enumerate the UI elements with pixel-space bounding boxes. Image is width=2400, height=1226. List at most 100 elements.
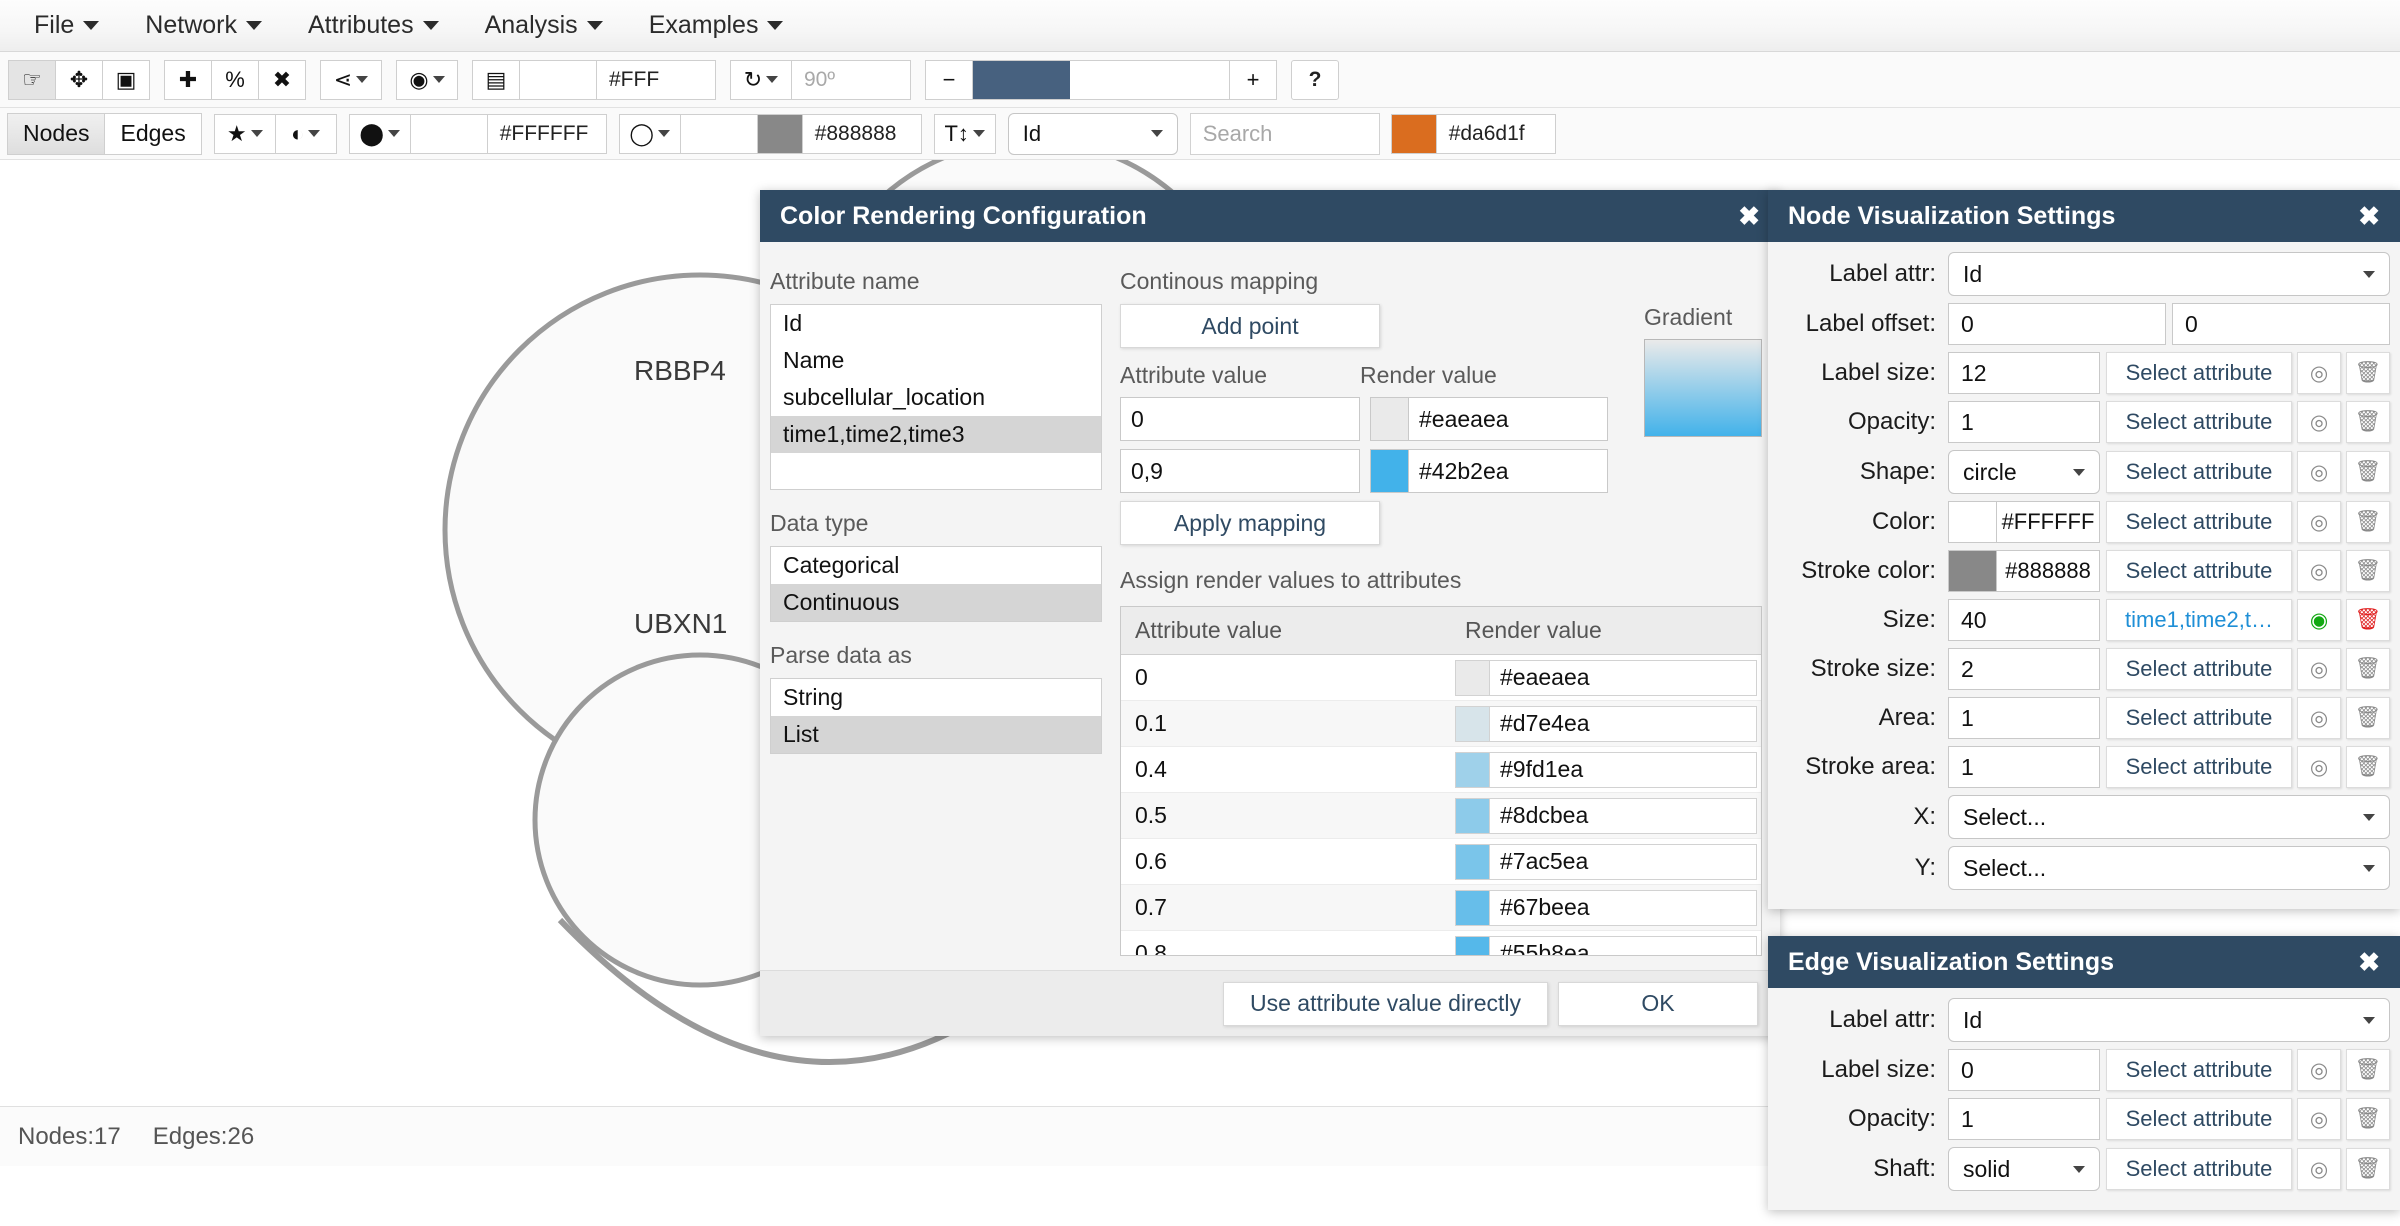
eye-hidden-icon[interactable]: ◎ xyxy=(2297,697,2341,739)
select-attribute-button[interactable]: Select attribute xyxy=(2106,648,2292,690)
pointer-hand-icon[interactable]: ☞ xyxy=(8,59,56,100)
render-color-swatch[interactable] xyxy=(1455,659,1489,696)
render-color-swatch[interactable] xyxy=(1455,705,1489,742)
render-value-table[interactable]: Attribute value Render value 0 #eaeaea 0.1… xyxy=(1120,606,1762,956)
attribute-name-option-empty[interactable] xyxy=(771,453,1101,489)
mapping-attribute-value-input[interactable] xyxy=(1120,397,1360,441)
rotate-angle-field[interactable]: 90º xyxy=(791,59,911,100)
render-color-hex[interactable]: #8dcbea xyxy=(1489,797,1757,834)
eye-hidden-icon[interactable]: ◎ xyxy=(2297,501,2341,543)
mapping-render-value-input[interactable] xyxy=(1408,449,1608,493)
label-attribute-select[interactable]: Id xyxy=(1007,112,1178,155)
menu-item-examples[interactable]: Examples xyxy=(629,7,804,44)
select-attribute-button[interactable]: Select attribute xyxy=(2106,697,2292,739)
eye-hidden-icon[interactable]: ◎ xyxy=(2297,401,2341,443)
eye-hidden-icon[interactable]: ◎ xyxy=(2297,550,2341,592)
table-row[interactable]: 0.1 #d7e4ea xyxy=(1121,701,1761,747)
attribute-name-option[interactable]: Name xyxy=(771,342,1101,379)
export-image-icon[interactable]: ▤ xyxy=(472,59,520,100)
settings-input[interactable]: 1 xyxy=(1948,746,2100,788)
settings-input-y[interactable]: 0 xyxy=(2172,303,2390,345)
select-attribute-button[interactable]: Select attribute xyxy=(2106,501,2292,543)
trash-icon[interactable]: 🗑 xyxy=(2346,1098,2390,1140)
settings-input[interactable]: 0 xyxy=(1948,1049,2100,1091)
background-color-swatch[interactable] xyxy=(519,59,597,100)
select-attribute-button[interactable]: time1,time2,t… xyxy=(2106,599,2292,641)
mapping-color-swatch[interactable] xyxy=(1370,449,1408,493)
settings-select[interactable]: Select... xyxy=(1948,795,2390,839)
settings-select[interactable]: circle xyxy=(1948,450,2100,494)
trash-icon[interactable]: 🗑 xyxy=(2346,501,2390,543)
stroke-color-swatch[interactable] xyxy=(756,113,803,154)
eye-hidden-icon[interactable]: ◎ xyxy=(2297,746,2341,788)
eye-hidden-icon[interactable]: ◎ xyxy=(2297,1098,2341,1140)
settings-select[interactable]: solid xyxy=(1948,1147,2100,1191)
close-icon[interactable]: ✖ xyxy=(1738,201,1760,232)
image-icon[interactable]: ▣ xyxy=(102,59,150,100)
node-color-swatch[interactable] xyxy=(409,113,488,154)
eye-hidden-icon[interactable]: ◎ xyxy=(2297,1148,2341,1190)
trash-icon[interactable]: 🗑 xyxy=(2346,1049,2390,1091)
parse-option[interactable]: List xyxy=(771,716,1101,753)
render-color-swatch[interactable] xyxy=(1455,797,1489,834)
render-color-swatch[interactable] xyxy=(1455,889,1489,926)
data-type-option[interactable]: Categorical xyxy=(771,547,1101,584)
parse-data-list[interactable]: String List xyxy=(770,678,1102,754)
settings-color-hex[interactable]: #888888 xyxy=(1996,550,2100,592)
trash-icon[interactable]: 🗑 xyxy=(2346,451,2390,493)
settings-select[interactable]: Id xyxy=(1948,998,2390,1042)
accent-color-value[interactable]: #da6d1f xyxy=(1435,113,1556,154)
render-color-hex[interactable]: #67beea xyxy=(1489,889,1757,926)
attribute-name-option[interactable]: subcellular_location xyxy=(771,379,1101,416)
stroke-color-field[interactable] xyxy=(679,113,758,154)
stroke-shape-icon[interactable]: ◯ xyxy=(618,113,681,154)
accent-color-swatch[interactable] xyxy=(1390,113,1437,154)
attribute-name-list[interactable]: Id Name subcellular_location time1,time2,ti… xyxy=(770,304,1102,490)
menu-item-file[interactable]: File xyxy=(14,7,119,44)
link-icon[interactable]: % xyxy=(211,59,259,100)
trash-icon[interactable]: 🗑 xyxy=(2346,1148,2390,1190)
settings-color-hex[interactable]: #FFFFFF xyxy=(1996,501,2100,543)
render-color-hex[interactable]: #eaeaea xyxy=(1489,659,1757,696)
gradient-preview[interactable] xyxy=(1644,339,1762,437)
eye-hidden-icon[interactable]: ◎ xyxy=(2297,451,2341,493)
trash-icon[interactable]: 🗑 xyxy=(2346,550,2390,592)
zoom-out-button[interactable]: − xyxy=(925,59,973,100)
table-row[interactable]: 0.7 #67beea xyxy=(1121,885,1761,931)
settings-select[interactable]: Id xyxy=(1948,252,2390,296)
select-attribute-button[interactable]: Select attribute xyxy=(2106,550,2292,592)
trash-icon[interactable]: 🗑 xyxy=(2346,352,2390,394)
render-color-hex[interactable]: #9fd1ea xyxy=(1489,751,1757,788)
table-row[interactable]: 0 #eaeaea xyxy=(1121,655,1761,701)
node-color-value[interactable]: #FFFFFF xyxy=(486,113,607,154)
data-type-list[interactable]: Categorical Continuous xyxy=(770,546,1102,622)
render-color-hex[interactable]: #7ac5ea xyxy=(1489,843,1757,880)
tab-nodes[interactable]: Nodes xyxy=(7,112,106,155)
parse-option[interactable]: String xyxy=(771,679,1101,716)
data-type-option[interactable]: Continuous xyxy=(771,584,1101,621)
trash-icon[interactable]: 🗑 xyxy=(2346,648,2390,690)
eye-hidden-icon[interactable]: ◎ xyxy=(2297,648,2341,690)
select-attribute-button[interactable]: Select attribute xyxy=(2106,746,2292,788)
close-icon[interactable]: ✖ xyxy=(2358,201,2380,232)
add-node-icon[interactable]: ✚ xyxy=(164,59,212,100)
contrast-icon[interactable]: ◐ xyxy=(274,113,337,154)
eye-hidden-icon[interactable]: ◎ xyxy=(2297,1049,2341,1091)
trash-icon[interactable]: 🗑 xyxy=(2346,401,2390,443)
eye-visible-icon[interactable]: ◉ xyxy=(2297,599,2341,641)
move-icon[interactable]: ✥ xyxy=(55,59,103,100)
table-row[interactable]: 0.8 #55b8ea xyxy=(1121,931,1761,955)
ok-button[interactable]: OK xyxy=(1558,981,1758,1026)
trash-icon[interactable]: 🗑 xyxy=(2346,697,2390,739)
render-color-hex[interactable]: #55b8ea xyxy=(1489,935,1757,955)
select-attribute-button[interactable]: Select attribute xyxy=(2106,1148,2292,1190)
settings-input-x[interactable]: 0 xyxy=(1948,303,2166,345)
menu-item-network[interactable]: Network xyxy=(125,7,282,44)
delete-icon[interactable]: ✖ xyxy=(258,59,306,100)
mapping-attribute-value-input[interactable] xyxy=(1120,449,1360,493)
menu-item-analysis[interactable]: Analysis xyxy=(465,7,623,44)
select-attribute-button[interactable]: Select attribute xyxy=(2106,451,2292,493)
settings-input[interactable]: 2 xyxy=(1948,648,2100,690)
attribute-name-option[interactable]: time1,time2,time3 xyxy=(771,416,1101,453)
render-color-swatch[interactable] xyxy=(1455,935,1489,955)
